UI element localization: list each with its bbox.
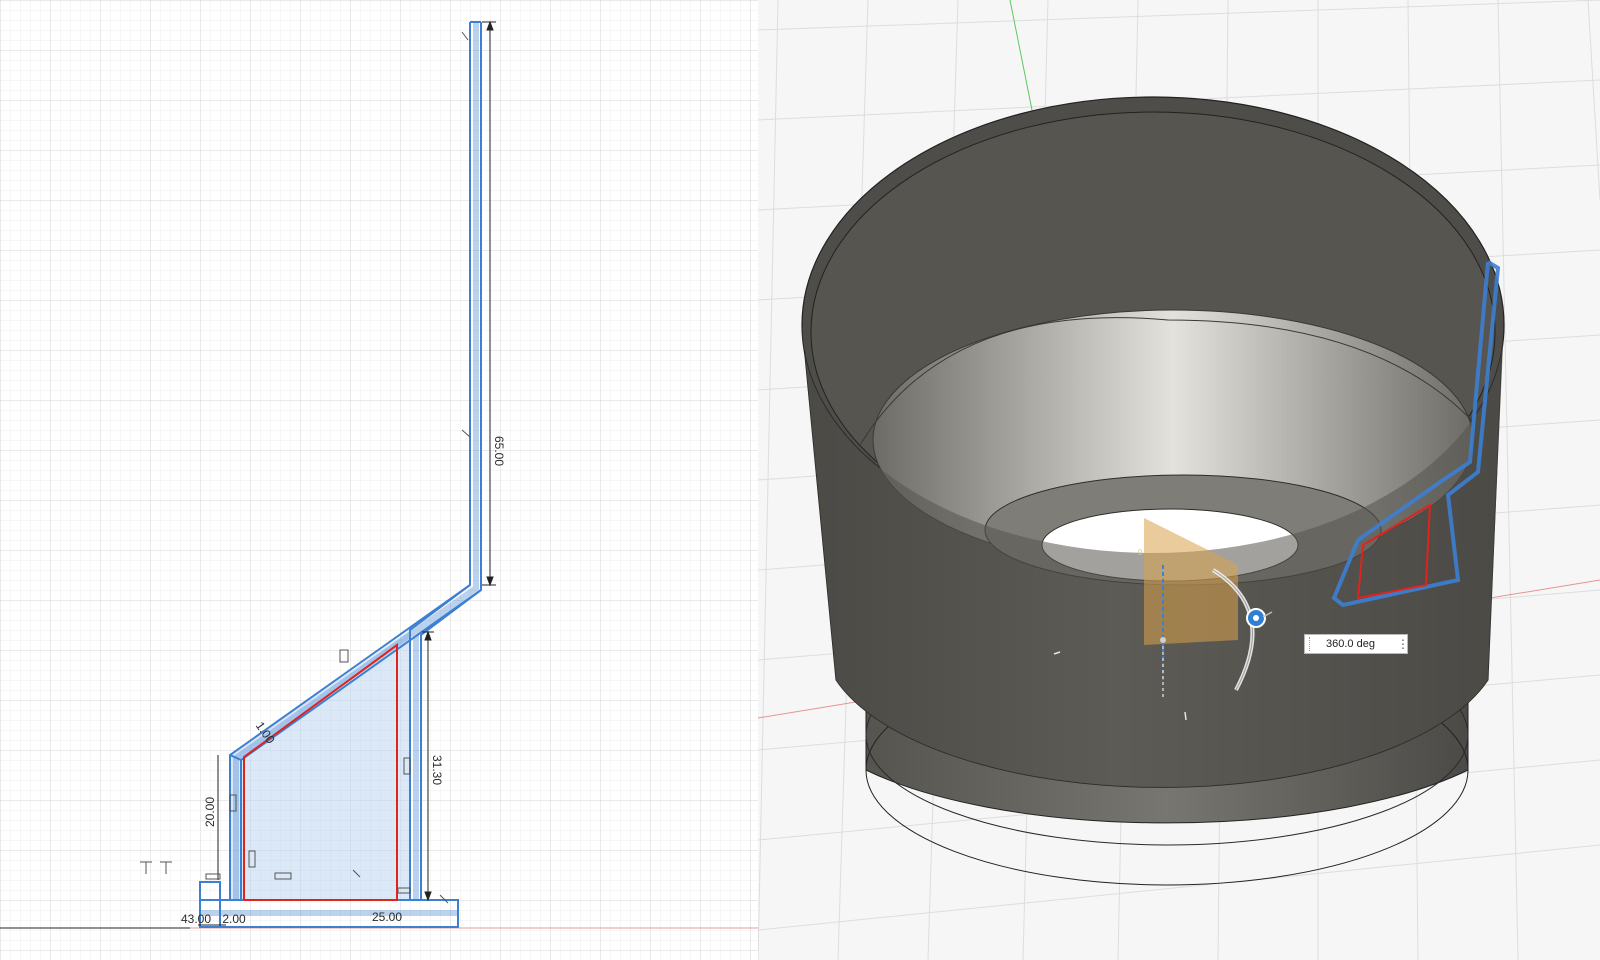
y-axis-3d: [1009, 0, 1035, 121]
canvas-area[interactable]: 65.00 31.30 20.00 25.00 43.00 2.00 1.00: [0, 0, 1600, 960]
dim-43[interactable]: 43.00: [181, 912, 211, 926]
svg-text:0: 0: [1138, 548, 1143, 557]
more-options-icon[interactable]: ⋮: [1397, 638, 1409, 650]
angle-value[interactable]: 360.0 deg: [1322, 638, 1397, 650]
angle-input[interactable]: 360.0 deg ⋮: [1304, 634, 1409, 654]
sketch-view[interactable]: 65.00 31.30 20.00 25.00 43.00 2.00 1.00: [0, 0, 758, 960]
dim-25[interactable]: 25.00: [372, 910, 402, 924]
dim-20[interactable]: 20.00: [203, 797, 217, 827]
dim-2[interactable]: 2.00: [222, 912, 246, 926]
rotate-handle-icon[interactable]: [1246, 608, 1266, 628]
dim-31-30[interactable]: 31.30: [430, 755, 444, 785]
model-view[interactable]: 0 360.0 deg ⋮: [758, 0, 1600, 960]
dim-65[interactable]: 65.00: [492, 436, 506, 466]
grip-icon[interactable]: [1309, 637, 1318, 651]
